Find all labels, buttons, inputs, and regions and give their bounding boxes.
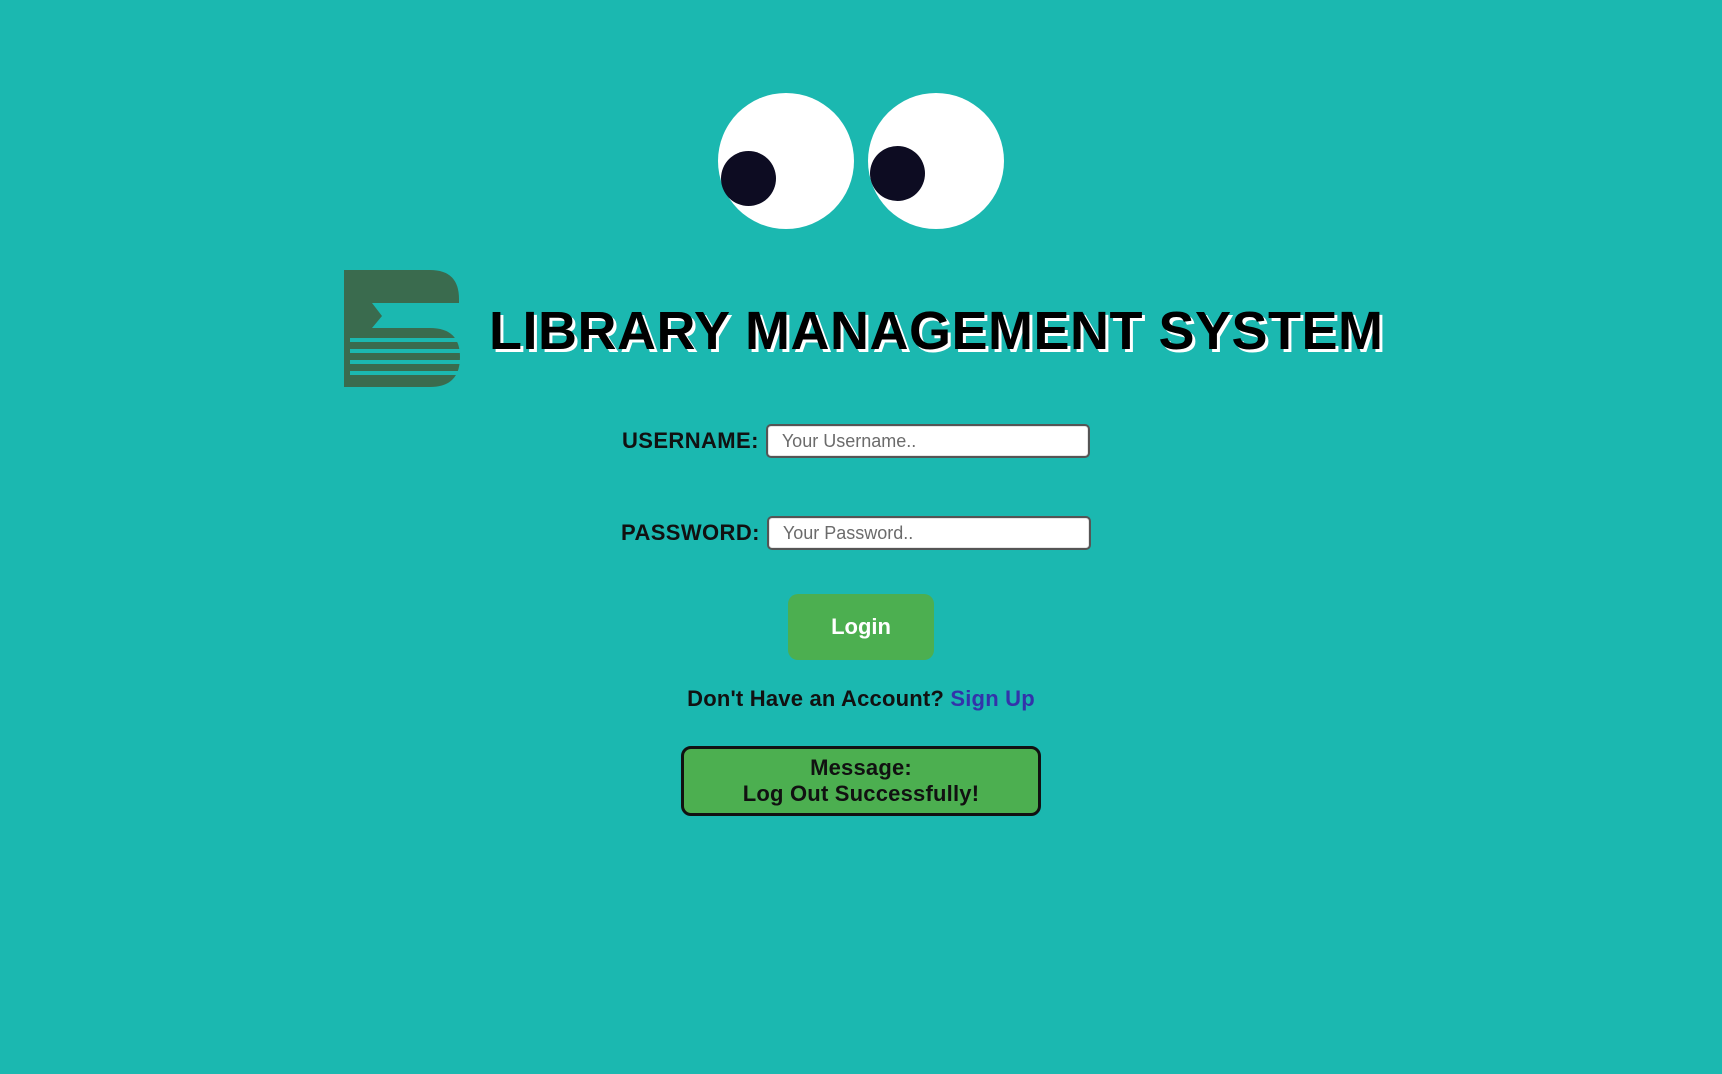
book-stack-logo-icon xyxy=(344,270,460,387)
right-eye-icon xyxy=(868,93,1004,229)
status-message-box: Message: Log Out Successfully! xyxy=(681,746,1041,816)
signup-prompt: Don't Have an Account? Sign Up xyxy=(0,686,1722,712)
left-pupil-icon xyxy=(721,151,776,206)
message-heading: Message: xyxy=(810,755,912,780)
username-input[interactable] xyxy=(765,424,1090,458)
page-title: LIBRARY MANAGEMENT SYSTEM xyxy=(489,301,1384,361)
left-eye-icon xyxy=(718,93,854,229)
password-label: PASSWORD: xyxy=(621,520,760,545)
username-label: USERNAME: xyxy=(622,428,759,453)
message-text: Log Out Successfully! xyxy=(742,781,980,806)
login-button[interactable]: Login xyxy=(788,594,934,660)
signup-link[interactable]: Sign Up xyxy=(950,686,1035,711)
username-row: USERNAME: xyxy=(622,424,1090,458)
right-pupil-icon xyxy=(870,146,925,201)
password-row: PASSWORD: xyxy=(621,516,1091,550)
password-input[interactable] xyxy=(766,516,1091,550)
signup-prompt-text: Don't Have an Account? xyxy=(687,686,945,711)
